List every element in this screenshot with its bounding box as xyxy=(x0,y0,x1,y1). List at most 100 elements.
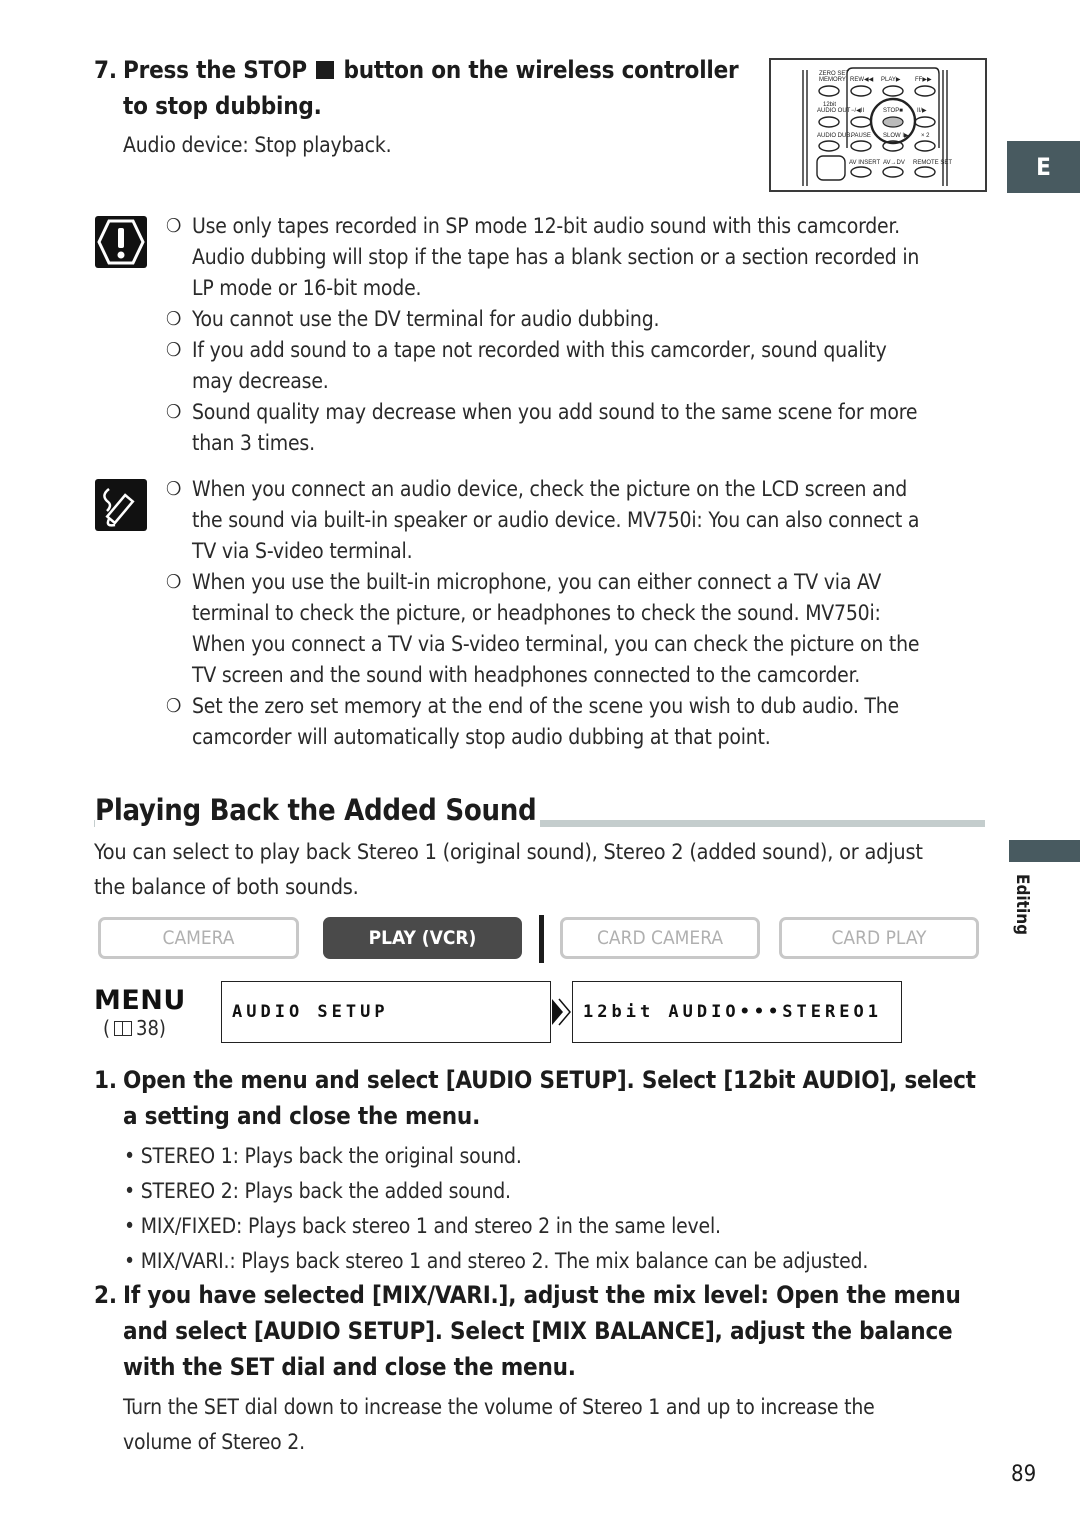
bullet-item: • MIX/VARI.: Plays back stereo 1 and ste… xyxy=(124,1244,984,1279)
circle-bullet-icon: ❍ xyxy=(166,308,182,330)
svg-text:II/▶: II/▶ xyxy=(917,108,927,114)
step-2-line-3: with the SET dial and close the menu. xyxy=(123,1353,576,1381)
note-line: terminal to check the picture, or headph… xyxy=(192,601,881,625)
mode-card-camera: CARD CAMERA xyxy=(560,917,760,959)
circle-bullet-icon: ❍ xyxy=(166,695,182,717)
circle-bullet-icon: ❍ xyxy=(166,339,182,361)
step-number: 1. xyxy=(94,1066,117,1094)
note-line: Set the zero set memory at the end of th… xyxy=(192,694,899,718)
menu-page-reference: (38) xyxy=(103,1016,166,1040)
menu-submenu-box: AUDIO SETUP xyxy=(221,981,551,1043)
menu-setting-box: 12bit AUDIO•••STEREO1 xyxy=(572,981,902,1043)
note-item: ❍ You cannot use the DV terminal for audi… xyxy=(166,304,996,335)
bullet-item: • STEREO 1: Plays back the original soun… xyxy=(124,1139,984,1174)
book-icon xyxy=(114,1021,133,1036)
note-line: LP mode or 16-bit mode. xyxy=(192,276,422,300)
step-7-text-c: to stop dubbing. xyxy=(123,92,322,120)
svg-text:FF▶▶: FF▶▶ xyxy=(915,77,932,83)
note-line: When you connect an audio device, check … xyxy=(192,477,908,501)
note-item: ❍ Set the zero set memory at the end of t… xyxy=(166,691,996,753)
svg-text:AV INSERT: AV INSERT xyxy=(849,160,880,166)
chapter-tab: Editing xyxy=(1005,870,1035,950)
note-line: Use only tapes recorded in SP mode 12-bi… xyxy=(192,214,900,238)
mode-play-vcr: PLAY (VCR) xyxy=(323,917,522,959)
bullet-item: • STEREO 2: Plays back the added sound. xyxy=(124,1174,984,1209)
menu-label: MENU xyxy=(94,985,186,1016)
svg-text:MEMORY: MEMORY xyxy=(819,77,846,83)
note-item: ❍ If you add sound to a tape not recorded… xyxy=(166,335,996,397)
section-intro: You can select to play back Stereo 1 (or… xyxy=(94,835,923,905)
step-7-heading: 7. Press the STOP button on the wireless… xyxy=(94,52,754,124)
note-line: than 3 times. xyxy=(192,431,315,455)
svg-text:PLAY▶: PLAY▶ xyxy=(881,77,901,83)
mode-divider xyxy=(539,915,544,963)
note-line: If you add sound to a tape not recorded … xyxy=(192,338,887,362)
note-line: When you connect a TV via S-video termin… xyxy=(192,632,920,656)
note-item: ❍ Use only tapes recorded in SP mode 12-b… xyxy=(166,211,996,304)
chapter-tab-label: Editing xyxy=(1012,874,1032,936)
svg-text:AUDIO DUB.: AUDIO DUB. xyxy=(817,133,852,139)
double-chevron-right-icon xyxy=(551,998,571,1030)
note-line: You cannot use the DV terminal for audio… xyxy=(192,307,660,331)
note-line: the sound via built-in speaker or audio … xyxy=(192,508,920,532)
bullet-text: STEREO 1: Plays back the original sound. xyxy=(140,1144,522,1168)
step-1-heading: 1. Open the menu and select [AUDIO SETUP… xyxy=(94,1062,994,1134)
circle-bullet-icon: ❍ xyxy=(166,215,182,237)
caution-notes-list: ❍ Use only tapes recorded in SP mode 12-b… xyxy=(166,211,996,459)
note-line: may decrease. xyxy=(192,369,329,393)
pencil-note-icon xyxy=(95,479,147,531)
mode-camera: CAMERA xyxy=(98,917,299,959)
note-line: camcorder will automatically stop audio … xyxy=(192,725,771,749)
note-item: ❍ When you connect an audio device, check… xyxy=(166,474,996,567)
bullet-text: MIX/VARI.: Plays back stereo 1 and stere… xyxy=(140,1249,869,1273)
note-item: ❍ Sound quality may decrease when you add… xyxy=(166,397,996,459)
bullet-dot-icon: • xyxy=(124,1249,141,1273)
step-2-sub-line-1: Turn the SET dial down to increase the v… xyxy=(123,1395,875,1419)
step-2-line-1: If you have selected [MIX/VARI.], adjust… xyxy=(123,1281,961,1309)
bullet-text: STEREO 2: Plays back the added sound. xyxy=(140,1179,511,1203)
svg-text:REW◀◀: REW◀◀ xyxy=(850,77,874,83)
mode-card-play: CARD PLAY xyxy=(779,917,979,959)
menu-ref-page: 38 xyxy=(136,1016,159,1040)
step-2-subtext: Turn the SET dial down to increase the v… xyxy=(123,1390,875,1460)
note-line: Sound quality may decrease when you add … xyxy=(192,400,918,424)
section-intro-line-1: You can select to play back Stereo 1 (or… xyxy=(94,840,923,865)
bullet-dot-icon: • xyxy=(124,1179,141,1203)
svg-text:PAUSE: PAUSE xyxy=(851,133,871,139)
svg-text:STOP■: STOP■ xyxy=(883,108,903,114)
caution-icon xyxy=(95,216,147,268)
svg-text:−/◀II: −/◀II xyxy=(851,108,864,114)
remote-controller-drawing: ZERO SETMEMORY REW◀◀ PLAY▶ FF▶▶ 12bitAUDIO… xyxy=(802,67,952,186)
step-2-sub-line-2: volume of Stereo 2. xyxy=(123,1430,305,1454)
step-1-line-1: Open the menu and select [AUDIO SETUP]. … xyxy=(123,1066,976,1094)
svg-text:REMOTE SET: REMOTE SET xyxy=(913,160,952,166)
note-line: Audio dubbing will stop if the tape has … xyxy=(192,245,920,269)
section-intro-line-2: the balance of both sounds. xyxy=(94,875,359,900)
caution-glyph xyxy=(97,219,145,265)
svg-text:SLOW I▶: SLOW I▶ xyxy=(883,133,909,139)
step-1-line-2: a setting and close the menu. xyxy=(123,1102,481,1130)
bullet-dot-icon: • xyxy=(124,1214,141,1238)
pencil-glyph xyxy=(103,488,135,527)
remote-controller-illustration: ZERO SET MEMORY REW◀◀ PLAY▶ FF▶▶ 12bit AUDIO… xyxy=(769,58,987,192)
svg-text:AV→DV: AV→DV xyxy=(883,160,905,166)
bullet-text: MIX/FIXED: Plays back stereo 1 and stere… xyxy=(140,1214,721,1238)
step-7-subtext: Audio device: Stop playback. xyxy=(123,133,392,157)
svg-text:× 2: × 2 xyxy=(921,133,930,139)
circle-bullet-icon: ❍ xyxy=(166,571,182,593)
note-line: When you use the built-in microphone, yo… xyxy=(192,570,882,594)
step-2-heading: 2. If you have selected [MIX/VARI.], adj… xyxy=(94,1277,994,1385)
svg-text:AUDIO OUT: AUDIO OUT xyxy=(817,108,851,114)
step-7-text-a: Press the STOP xyxy=(123,56,307,84)
tip-notes-list: ❍ When you connect an audio device, check… xyxy=(166,474,996,753)
bullet-dot-icon: • xyxy=(124,1144,141,1168)
stop-square-icon xyxy=(316,61,335,79)
note-item: ❍ When you use the built-in microphone, y… xyxy=(166,567,996,691)
step-1-bullets: • STEREO 1: Plays back the original soun… xyxy=(124,1139,984,1279)
section-title: Playing Back the Added Sound xyxy=(95,793,541,827)
circle-bullet-icon: ❍ xyxy=(166,401,182,423)
step-2-line-2: and select [AUDIO SETUP]. Select [MIX BA… xyxy=(123,1317,953,1345)
bullet-item: • MIX/FIXED: Plays back stereo 1 and ste… xyxy=(124,1209,984,1244)
step-7-text-b: button on the wireless controller xyxy=(343,56,739,84)
page-number: 89 xyxy=(1011,1462,1037,1487)
